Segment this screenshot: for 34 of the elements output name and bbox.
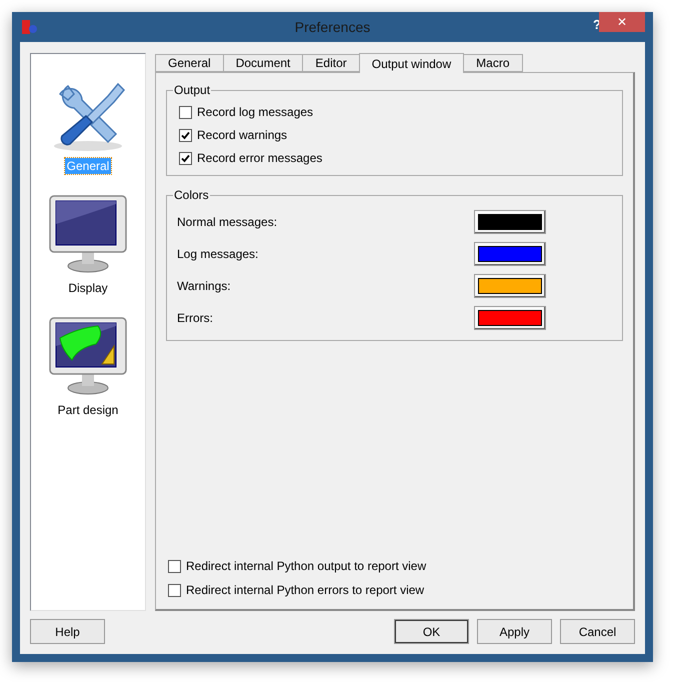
color-picker-button[interactable] xyxy=(474,306,546,330)
category-item[interactable]: Display xyxy=(66,280,110,296)
app-icon xyxy=(22,20,38,34)
dialog-button[interactable]: Cancel xyxy=(560,619,635,644)
checkbox-label: Redirect internal Python output to report view xyxy=(186,559,426,573)
checkbox-label: Redirect internal Python errors to report view xyxy=(186,583,424,597)
tab[interactable]: General xyxy=(155,54,224,72)
color-picker-button[interactable] xyxy=(474,210,546,234)
checkbox[interactable] xyxy=(179,128,192,142)
color-picker-button[interactable] xyxy=(474,274,546,298)
checkbox[interactable] xyxy=(168,560,181,572)
color-picker-button[interactable] xyxy=(474,242,546,266)
group-title: Output xyxy=(173,83,212,97)
color-label: Log messages: xyxy=(177,247,258,261)
color-label: Errors: xyxy=(177,311,213,325)
color-label: Normal messages: xyxy=(177,215,278,229)
group-title: Colors xyxy=(173,188,210,202)
checkbox[interactable] xyxy=(179,152,192,164)
help-button[interactable]: Help xyxy=(30,619,105,644)
tab[interactable]: Editor xyxy=(302,54,360,72)
tab[interactable]: Output window xyxy=(358,53,464,73)
tab[interactable]: Document xyxy=(222,54,304,72)
window-title: Preferences xyxy=(294,19,370,35)
checkbox[interactable] xyxy=(168,584,181,596)
checkbox[interactable] xyxy=(179,106,192,118)
close-button[interactable]: ✕ xyxy=(599,12,645,32)
checkbox-label: Record error messages xyxy=(197,151,322,165)
category-item[interactable]: Part design xyxy=(56,402,120,418)
color-label: Warnings: xyxy=(177,279,231,293)
dialog-button[interactable]: Apply xyxy=(477,619,552,644)
checkbox-label: Record log messages xyxy=(197,105,314,119)
checkbox-label: Record warnings xyxy=(197,128,288,142)
tab[interactable]: Macro xyxy=(463,54,522,72)
dialog-button[interactable]: OK xyxy=(394,619,469,644)
